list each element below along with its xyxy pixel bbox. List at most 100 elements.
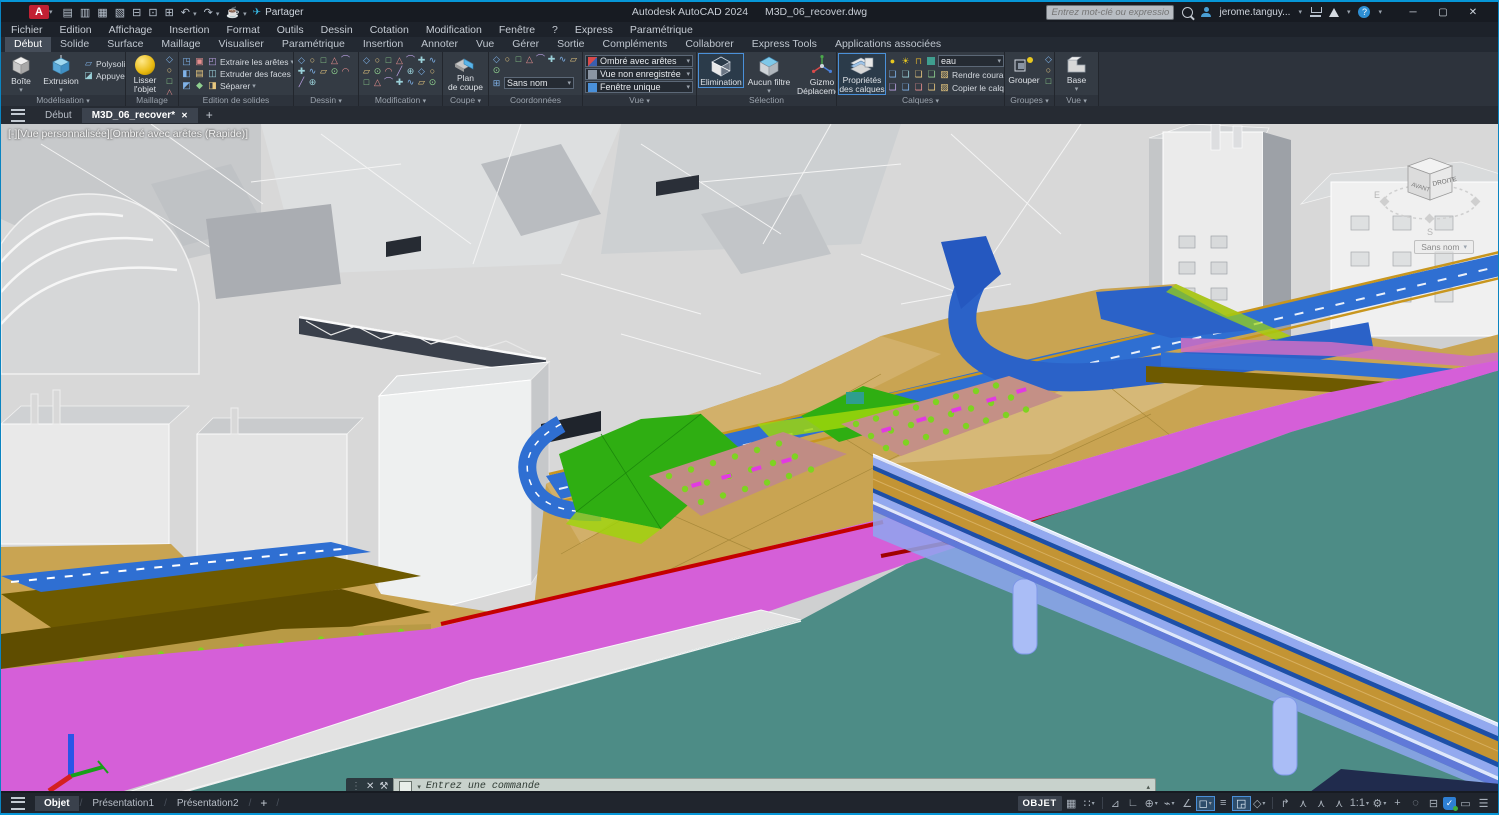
panel-title-groupes[interactable]: Groupes ▾ <box>1005 95 1054 106</box>
share-button[interactable]: ✈ Partager <box>253 7 304 18</box>
panel-title-edition-solides[interactable]: Edition de solides <box>179 95 293 106</box>
tool-icon[interactable]: ⊕ <box>405 66 416 77</box>
print-icon[interactable]: ⊞ <box>165 6 174 19</box>
close-button[interactable]: ✕ <box>1458 7 1488 18</box>
panel-title-calques[interactable]: Calques ▾ <box>837 95 1004 106</box>
menu-item[interactable]: Edition <box>60 24 92 36</box>
tool-icon[interactable]: ▱ <box>361 66 372 77</box>
menu-item[interactable]: Modification <box>426 24 482 36</box>
tool-icon[interactable]: ◇ <box>416 66 427 77</box>
menu-item[interactable]: Outils <box>277 24 304 36</box>
separate-button[interactable]: ◩◆◨ Séparer ▾ <box>181 80 293 91</box>
app-menu-caret-icon[interactable]: ▾ <box>49 8 53 16</box>
maximize-button[interactable]: ▢ <box>1428 7 1458 18</box>
presspull-button[interactable]: ◪ Appuyer/tirer <box>83 70 125 81</box>
tool-icon[interactable]: ▱ <box>568 54 579 65</box>
ucs-world-icon[interactable]: ⊞ <box>491 78 502 89</box>
tool-icon[interactable]: ∿ <box>405 77 416 88</box>
polar-tracking-icon[interactable]: ⊕▾ <box>1143 797 1160 810</box>
tool-icon[interactable]: ◇ <box>164 54 175 65</box>
new-layout-button[interactable]: + <box>252 796 275 810</box>
otrack-icon[interactable]: ∠ <box>1179 797 1196 810</box>
layer-unlock-icon[interactable]: ⊓ <box>913 56 924 67</box>
copy-layer-button[interactable]: Copier le calque <box>952 83 1004 93</box>
ribbon-tab[interactable]: Compléments <box>594 37 677 52</box>
selection-cycling-icon[interactable]: ◲ <box>1233 797 1250 810</box>
layer-color-swatch[interactable] <box>927 57 935 65</box>
ribbon-tab[interactable]: Express Tools <box>743 37 826 52</box>
command-bar[interactable]: ⋮ ✕ ⚒ ▾ Entrez une commande ▴ <box>346 778 1156 791</box>
customize-icon[interactable]: ☰ <box>1475 797 1492 810</box>
tool-icon[interactable]: ○ <box>372 55 383 66</box>
extrusion-button[interactable]: Extrusion ▾ <box>41 54 81 95</box>
section-plane-button[interactable]: Plan de coupe <box>445 54 487 92</box>
redo-icon[interactable]: ↷ ▾ <box>204 6 220 19</box>
visual-style-dropdown[interactable]: Ombré avec arêtes ▾ <box>585 55 693 67</box>
tool-icon[interactable]: ○ <box>502 54 513 65</box>
layout-menu-icon[interactable] <box>11 797 25 810</box>
tool-icon[interactable]: △ <box>372 77 383 88</box>
tool-icon[interactable]: △ <box>329 55 340 66</box>
panel-title-modification[interactable]: Modification ▾ <box>359 95 442 106</box>
make-current-button[interactable]: Rendre courant <box>952 70 1004 80</box>
menu-item[interactable]: Paramétrique <box>630 24 693 36</box>
tool-icon[interactable]: ⊙ <box>491 65 502 76</box>
model-space-button[interactable]: OBJET <box>1018 796 1062 811</box>
annotation-scale-icon[interactable]: ⋏ <box>1331 797 1348 810</box>
ribbon-tab[interactable]: Collaborer <box>676 37 742 52</box>
viewport-controls[interactable]: [-][Vue personnalisée][Ombré avec arêtes… <box>8 128 248 140</box>
ribbon-tab[interactable]: Annoter <box>412 37 467 52</box>
menu-item[interactable]: Express <box>575 24 613 36</box>
panel-title-coupe[interactable]: Coupe ▾ <box>443 95 488 106</box>
viewcube-view-pill[interactable]: Sans nom ▾ <box>1414 240 1474 254</box>
infer-constraints-icon[interactable]: ⊿ <box>1107 797 1124 810</box>
sync-icon[interactable]: ⊡ <box>148 6 157 19</box>
menu-item[interactable]: Insertion <box>169 24 209 36</box>
search-icon[interactable] <box>1182 7 1193 18</box>
autodesk-logo-icon[interactable] <box>1329 8 1339 17</box>
plot-status-icon[interactable]: ⊟ <box>1425 797 1442 810</box>
annotation-visibility-icon[interactable]: ⋏ <box>1295 797 1312 810</box>
save-as-icon[interactable]: ▧ <box>115 6 125 19</box>
menu-item[interactable]: Fenêtre <box>499 24 535 36</box>
file-tab-close-icon[interactable]: ✕ <box>181 111 188 120</box>
tool-icon[interactable]: ⊕ <box>307 77 318 88</box>
layout-tab-objet[interactable]: Objet <box>35 796 79 811</box>
recent-commands-icon[interactable] <box>399 781 412 791</box>
tool-icon[interactable]: △ <box>524 54 535 65</box>
trusted-shield-icon[interactable]: ✓ <box>1443 797 1456 810</box>
minimize-button[interactable]: ─ <box>1398 7 1428 18</box>
workspace-gear-icon[interactable]: ⚙▾ <box>1371 797 1388 810</box>
tool-icon[interactable]: □ <box>1043 76 1054 87</box>
command-prompt[interactable]: Entrez une commande <box>426 781 1142 791</box>
file-tab-start[interactable]: Début <box>35 108 82 123</box>
layer-on-bulb-icon[interactable]: ● <box>887 56 898 67</box>
tool-icon[interactable]: ∿ <box>427 55 438 66</box>
tool-icon[interactable]: ✚ <box>416 55 427 66</box>
tool-icon[interactable]: □ <box>361 77 372 88</box>
osnap-toggle-icon[interactable]: ⌁▾ <box>1161 797 1178 810</box>
status-plus-icon[interactable]: + <box>1389 797 1406 809</box>
clean-screen-icon[interactable]: ▭ <box>1457 797 1474 810</box>
command-customize-wrench-icon[interactable]: ⚒ <box>379 781 388 791</box>
undo-icon[interactable]: ↶ ▾ <box>181 6 197 19</box>
autoscale-icon[interactable]: ⋏ <box>1313 797 1330 810</box>
tool-icon[interactable]: ◇ <box>296 55 307 66</box>
compass-south-label[interactable]: S <box>1427 227 1433 237</box>
app-store-cart-icon[interactable] <box>1310 7 1321 17</box>
menu-item[interactable]: Affichage <box>109 24 153 36</box>
tool-icon[interactable]: ○ <box>427 66 438 77</box>
tool-icon[interactable]: □ <box>164 76 175 87</box>
isolate-objects-icon[interactable]: ◌ <box>1407 797 1424 809</box>
ribbon-tab[interactable]: Début <box>5 37 51 52</box>
tool-icon[interactable]: △ <box>164 87 175 95</box>
grid-icon[interactable]: ▦ <box>1063 797 1080 810</box>
layer-properties-button[interactable]: Propriétés des calques <box>839 54 885 94</box>
menu-item[interactable]: Fichier <box>11 24 43 36</box>
help-caret-icon[interactable]: ▾ <box>1378 8 1382 16</box>
gizmo-button[interactable]: Gizmo Déplacement <box>795 54 836 95</box>
tool-icon[interactable]: ⌒ <box>340 55 351 66</box>
tool-icon[interactable]: ▱ <box>416 77 427 88</box>
smooth-object-button[interactable]: Lisser l'objet <box>128 54 162 94</box>
polysolide-button[interactable]: ▱ Polysolide <box>83 58 125 69</box>
